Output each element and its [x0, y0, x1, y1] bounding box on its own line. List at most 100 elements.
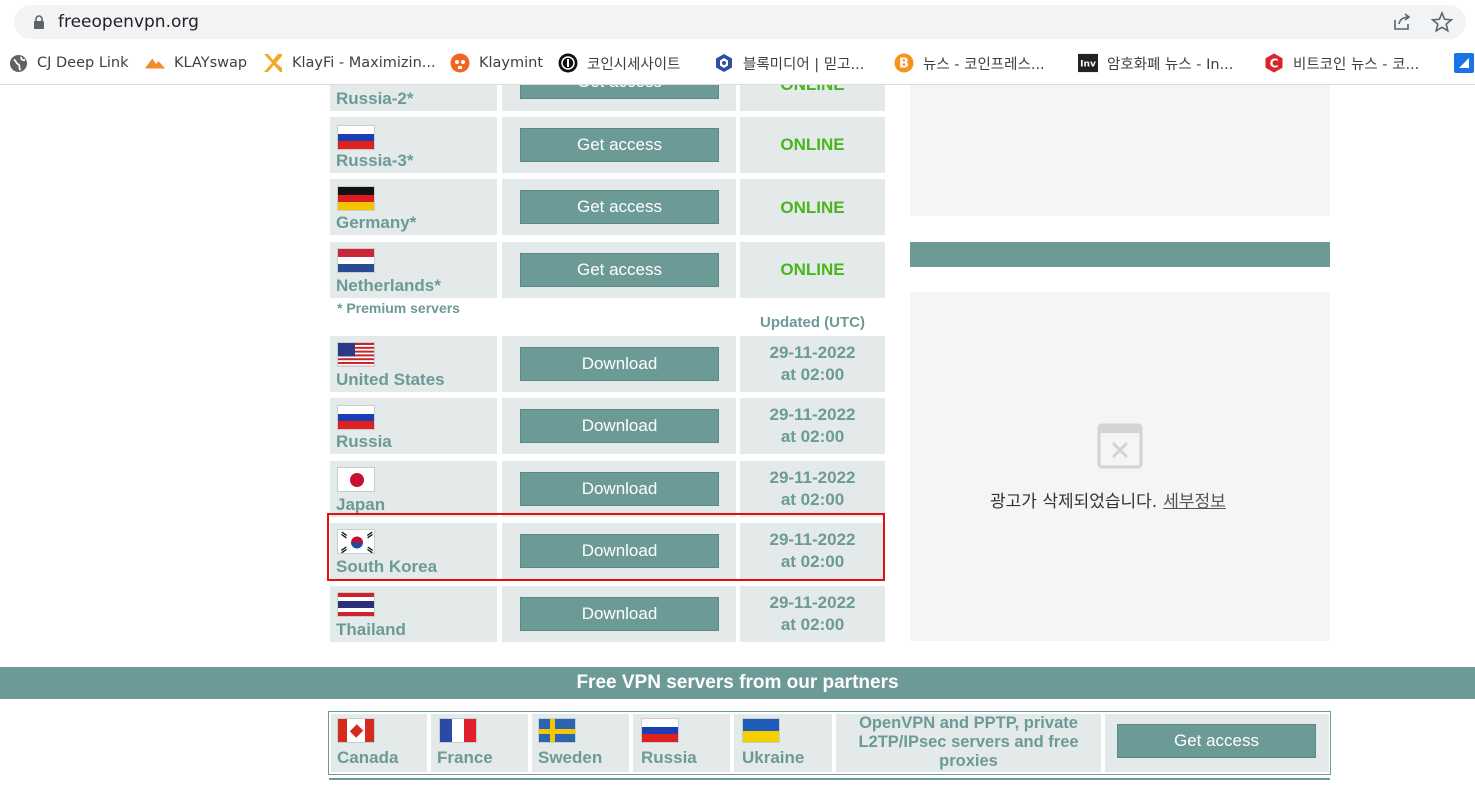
partner-country-name: Ukraine — [742, 748, 805, 767]
ad-removed-message: 광고가 삭제되었습니다. 세부정보 — [990, 492, 1226, 512]
share-icon[interactable] — [1392, 12, 1412, 32]
ad-details-link[interactable]: 세부정보 — [1163, 492, 1226, 512]
partner-country-name: France — [437, 748, 493, 767]
country-name: Germany* — [336, 213, 417, 232]
partners-get-access-button[interactable]: Get access — [1117, 724, 1316, 758]
partners-title: Free VPN servers from our partners — [0, 667, 1475, 699]
partner-country-name: Russia — [641, 748, 697, 767]
france-flag-icon — [439, 718, 477, 743]
bookmark-klayfi[interactable]: KlayFi - Maximizin... — [263, 52, 436, 74]
globe-icon — [8, 53, 28, 73]
country-name: United States — [336, 370, 445, 389]
partners-table: Canada France Sweden Russia Ukraine Open… — [328, 711, 1331, 780]
netherlands-flag-icon — [337, 248, 375, 273]
country-name: Thailand — [336, 620, 406, 639]
updated-header: Updated (UTC) — [760, 314, 865, 331]
country-name: Russia — [336, 432, 392, 451]
download-button[interactable]: Download — [520, 409, 719, 443]
bookmark-klaymint[interactable]: Klaymint — [450, 52, 543, 74]
bookmark-overflow[interactable] — [1454, 52, 1475, 74]
partner-desc-line: L2TP/IPsec servers and free — [858, 733, 1079, 751]
blockmedia-icon — [714, 53, 734, 73]
updated-time: at 02:00 — [780, 615, 845, 634]
status-online: ONLINE — [780, 198, 845, 217]
star-icon[interactable] — [1431, 11, 1453, 33]
updated-time: at 02:00 — [780, 490, 845, 509]
bookmark-coin-site[interactable]: 코인시세사이트 — [558, 52, 680, 74]
ukraine-flag-icon — [742, 718, 780, 743]
russia-flag-icon — [641, 718, 679, 743]
updated-date: 29-11-2022 — [769, 343, 856, 362]
germany-flag-icon — [337, 186, 375, 211]
bookmark-klayswap[interactable]: KLAYswap — [145, 52, 247, 74]
partner-button-cell: Get access — [1105, 714, 1329, 772]
klayfi-icon — [263, 53, 283, 73]
bookmark-coinpress[interactable]: B 뉴스 - 코인프레스... — [894, 52, 1045, 74]
updated-date: 29-11-2022 — [769, 405, 856, 424]
russia-flag-icon — [337, 405, 375, 430]
svg-text:B: B — [899, 57, 909, 72]
svg-text:C: C — [1270, 57, 1279, 71]
address-bar[interactable]: freeopenvpn.org — [14, 5, 1466, 39]
download-button[interactable]: Download — [520, 472, 719, 506]
updated-time: at 02:00 — [780, 427, 845, 446]
usa-flag-icon — [337, 342, 375, 367]
bookmark-coinness[interactable]: C 비트코인 뉴스 - 코... — [1264, 52, 1419, 74]
download-button[interactable]: Download — [520, 597, 719, 631]
partner-desc-line: proxies — [939, 752, 998, 770]
russia-flag-icon — [337, 125, 375, 150]
bookmark-investing[interactable]: Inv 암호화폐 뉴스 - In... — [1078, 52, 1233, 74]
bookmark-app-icon — [1454, 53, 1474, 73]
updated-time: at 02:00 — [780, 365, 845, 384]
lock-icon — [34, 15, 44, 29]
sidebar-header-bar — [910, 242, 1330, 267]
status-online: ONLINE — [780, 135, 845, 154]
svg-text:Inv: Inv — [1080, 60, 1096, 70]
partner-description-cell: OpenVPN and PPTP, private L2TP/IPsec ser… — [836, 714, 1101, 772]
browser-toolbar: freeopenvpn.org — [0, 0, 1475, 44]
country-name: Japan — [336, 495, 386, 514]
premium-note: * Premium servers — [337, 300, 460, 316]
canada-flag-icon — [337, 718, 375, 743]
ad-placeholder-top — [910, 85, 1330, 216]
coin-site-icon — [558, 53, 578, 73]
inv-icon: Inv — [1078, 53, 1098, 73]
partner-country-russia[interactable]: Russia — [633, 714, 730, 772]
page-content: Russia-2* Get access ONLINE Russia-3* Ge… — [0, 85, 1475, 787]
klaymint-icon — [450, 53, 470, 73]
get-access-button[interactable]: Get access — [520, 85, 719, 99]
status-online: ONLINE — [740, 85, 885, 95]
sweden-flag-icon — [538, 718, 576, 743]
partner-country-name: Sweden — [538, 748, 603, 767]
updated-date: 29-11-2022 — [769, 530, 856, 549]
updated-time: at 02:00 — [780, 552, 845, 571]
ad-removed-icon — [1097, 423, 1143, 469]
country-name: Russia-3* — [336, 151, 414, 170]
updated-date: 29-11-2022 — [769, 593, 856, 612]
country-name: South Korea — [336, 557, 438, 576]
partner-country-france[interactable]: France — [431, 714, 528, 772]
country-name: Russia-2* — [336, 89, 414, 108]
coinness-icon: C — [1264, 53, 1284, 73]
updated-date: 29-11-2022 — [769, 468, 856, 487]
bitcoin-icon: B — [894, 53, 914, 73]
get-access-button[interactable]: Get access — [520, 190, 719, 224]
get-access-button[interactable]: Get access — [520, 128, 719, 162]
partner-country-name: Canada — [337, 748, 399, 767]
download-button[interactable]: Download — [520, 347, 719, 381]
bookmarks-bar: CJ Deep Link KLAYswap KlayFi - Maximizin… — [0, 44, 1475, 85]
klayswap-icon — [145, 53, 165, 73]
partner-country-canada[interactable]: Canada — [331, 714, 427, 772]
get-access-button[interactable]: Get access — [520, 253, 719, 287]
japan-flag-icon — [337, 467, 375, 492]
bookmark-blockmedia[interactable]: 블록미디어 | 믿고... — [714, 52, 864, 74]
partners-divider — [329, 778, 1330, 780]
partner-country-ukraine[interactable]: Ukraine — [734, 714, 832, 772]
thailand-flag-icon — [337, 592, 375, 617]
partner-country-sweden[interactable]: Sweden — [532, 714, 629, 772]
south-korea-flag-icon — [337, 529, 375, 554]
download-button[interactable]: Download — [520, 534, 719, 568]
url-text[interactable]: freeopenvpn.org — [58, 12, 199, 32]
bookmark-cj-deep-link[interactable]: CJ Deep Link — [8, 52, 129, 74]
status-online: ONLINE — [780, 260, 845, 279]
